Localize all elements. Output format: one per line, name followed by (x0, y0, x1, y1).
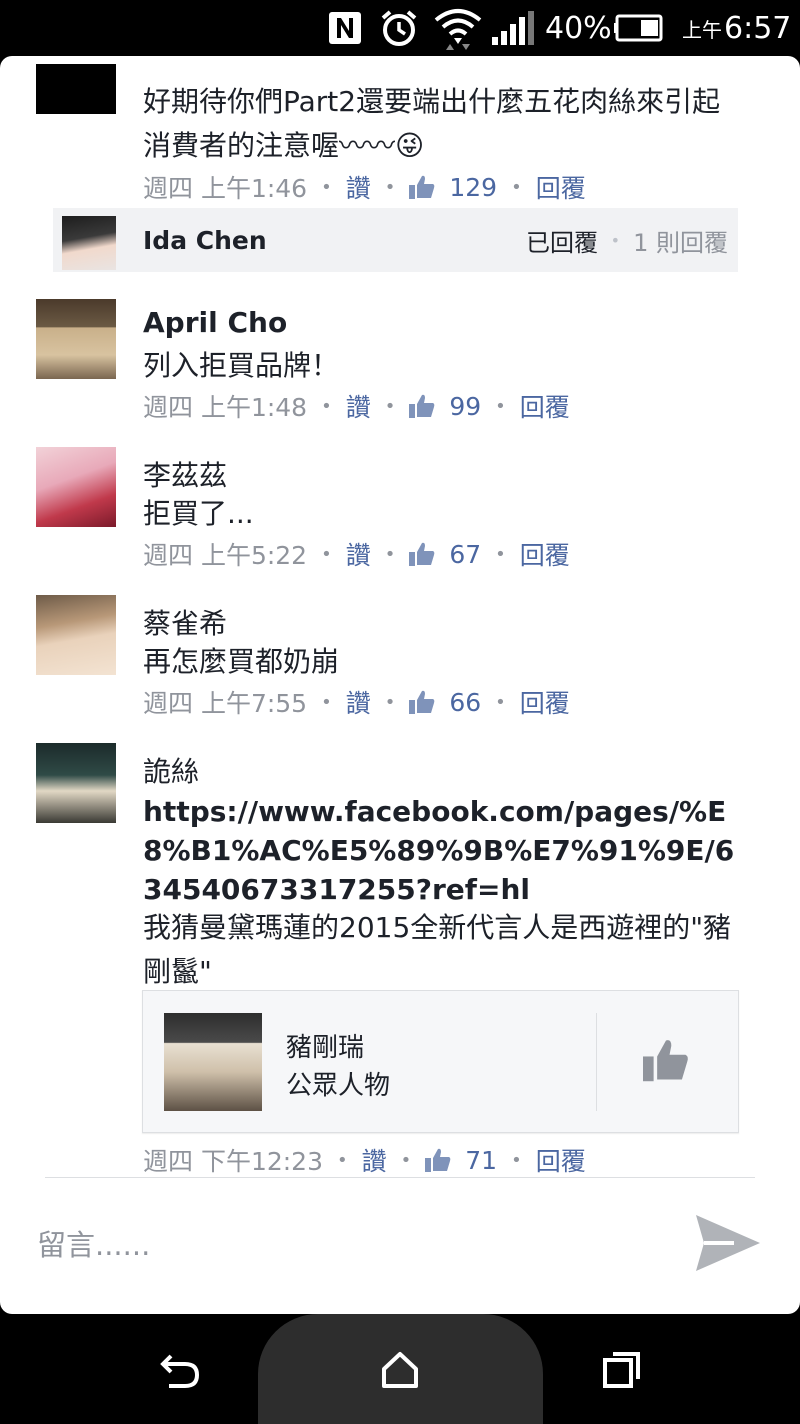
reply-button[interactable]: 回覆 (520, 684, 570, 720)
comment-meta: 週四 上午1:48 • 讚 • 99 • 回覆 (143, 388, 570, 424)
signal-icon (492, 0, 536, 56)
comment-time: 週四 上午1:46 (143, 174, 308, 203)
thumbs-up-icon (425, 1148, 451, 1172)
like-button[interactable]: 讚 (362, 1142, 387, 1178)
thumbs-up-icon (409, 542, 435, 566)
thumbs-up-icon (409, 690, 435, 714)
reply-count: 1 則回覆 (633, 228, 728, 257)
navigation-bar (0, 1314, 800, 1424)
reply-button[interactable]: 回覆 (536, 169, 586, 205)
like-button[interactable]: 讚 (346, 169, 371, 205)
shared-page-card[interactable]: 豬剛瑞 公眾人物 (142, 990, 739, 1133)
nfc-icon (328, 0, 362, 56)
comment-meta: 週四 上午7:55 • 讚 • 66 • 回覆 (143, 684, 570, 720)
comment-meta: 週四 上午1:46 • 讚 • 129 • 回覆 (143, 169, 586, 205)
reply-button[interactable]: 回覆 (536, 1142, 586, 1178)
battery-icon (614, 0, 664, 56)
thumbs-up-icon (409, 175, 435, 199)
thumbs-up-icon (409, 394, 435, 418)
comment-time: 週四 上午1:48 (143, 393, 308, 422)
back-icon[interactable] (150, 1342, 210, 1397)
avatar[interactable] (36, 64, 116, 114)
clock-time: 6:57 (724, 10, 792, 46)
like-button[interactable]: 讚 (346, 536, 371, 572)
comment-meta: 週四 上午5:22 • 讚 • 67 • 回覆 (143, 536, 570, 572)
like-button[interactable]: 讚 (346, 388, 371, 424)
page-name[interactable]: 豬剛瑞 (286, 1027, 364, 1064)
comment-author[interactable]: 詭絲 (143, 750, 199, 790)
divider (596, 1013, 597, 1111)
like-count: 67 (449, 539, 482, 569)
wifi-icon (434, 0, 482, 56)
comment-text: 好期待你們Part2還要端出什麼五花肉絲來引起消費者的注意喔〰〰😜 (143, 85, 721, 162)
comment-time: 週四 上午5:22 (143, 541, 308, 570)
comment-time: 週四 下午12:23 (143, 1147, 323, 1176)
comment-text: 列入拒買品牌！ (143, 349, 340, 382)
divider (45, 1177, 755, 1178)
comment-meta: 週四 下午12:23 • 讚 • 71 • 回覆 (143, 1142, 586, 1178)
reply-button[interactable]: 回覆 (520, 536, 570, 572)
page-category: 公眾人物 (286, 1071, 391, 1101)
avatar[interactable] (36, 595, 116, 675)
avatar[interactable] (36, 743, 116, 823)
reply-button[interactable]: 回覆 (520, 388, 570, 424)
avatar[interactable] (36, 447, 116, 527)
recent-apps-icon[interactable] (592, 1342, 652, 1397)
like-count: 99 (449, 391, 482, 421)
battery-percent: 40% (545, 10, 612, 46)
like-count: 71 (465, 1145, 498, 1175)
comment-author[interactable]: 蔡雀希 (143, 602, 227, 642)
page-like-icon[interactable] (643, 1037, 689, 1087)
like-count: 129 (449, 172, 498, 202)
comment-text: 再怎麼買都奶崩 (143, 645, 340, 678)
send-icon[interactable] (694, 1211, 762, 1279)
comment-link[interactable]: https://www.facebook.com/pages/%E8%B1%AC… (143, 792, 743, 909)
comment-time: 週四 上午7:55 (143, 689, 308, 718)
avatar[interactable] (36, 299, 116, 379)
comment-text: 拒買了... (143, 497, 254, 530)
reply-author: Ida Chen (143, 225, 267, 255)
comment-author[interactable]: 李茲茲 (143, 454, 227, 494)
page-thumbnail[interactable] (164, 1013, 262, 1111)
like-count: 66 (449, 687, 482, 717)
avatar (62, 216, 116, 270)
alarm-icon (379, 0, 419, 56)
replies-preview[interactable]: Ida Chen 已回覆 • 1 則回覆 (53, 208, 738, 272)
comment-author[interactable]: April Cho (143, 306, 287, 339)
clock-ampm: 上午 (682, 17, 722, 42)
comment-input[interactable]: 留言...... (37, 1222, 150, 1264)
status-bar: 40% 上午 6:57 (0, 0, 800, 56)
replied-label: 已回覆 (526, 228, 598, 257)
clock: 上午 6:57 (682, 0, 791, 56)
comments-sheet[interactable]: 好期待你們Part2還要端出什麼五花肉絲來引起消費者的注意喔〰〰😜 週四 上午1… (0, 56, 800, 1314)
home-icon[interactable] (370, 1342, 430, 1397)
comment-text: 我猜曼黛瑪蓮的2015全新代言人是西遊裡的"豬剛鬣" (143, 911, 732, 988)
like-button[interactable]: 讚 (346, 684, 371, 720)
